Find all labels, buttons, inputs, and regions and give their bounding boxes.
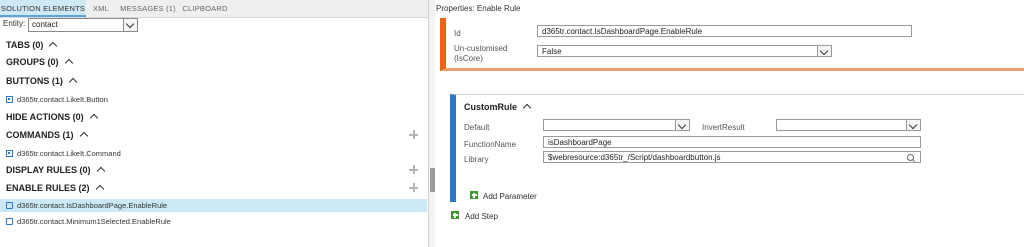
chevron-up-icon[interactable] [522,103,532,113]
chevron-up-icon[interactable] [96,166,105,176]
chevron-up-icon[interactable] [95,184,104,194]
list-item-enable-rule-selected[interactable]: d365tr.contact.IsDashboardPage.EnableRul… [6,199,167,212]
add-step-icon[interactable] [451,211,459,219]
id-field[interactable]: d365tr.contact.IsDashboardPage.EnableRul… [537,25,912,37]
default-select[interactable] [543,119,690,131]
list-item-enable-rule[interactable]: d365tr.contact.Minimum1Selected.EnableRu… [6,215,171,228]
tab-messages[interactable]: MESSAGES (1) [118,0,178,17]
entity-select[interactable]: contact [28,18,138,32]
add-step-link[interactable]: Add Step [465,212,498,221]
uncustomised-select[interactable]: False [537,45,832,57]
list-item-label: d365tr.contact.LikeIt.Command [17,149,121,158]
panel-splitter[interactable] [429,0,435,247]
properties-title: Properties: Enable Rule [436,4,521,13]
section-hide-actions[interactable]: HIDE ACTIONS (0) [6,110,98,124]
chevron-down-icon [125,19,135,29]
section-display-rules-label: DISPLAY RULES (0) [6,165,91,175]
section-hide-actions-label: HIDE ACTIONS (0) [6,112,84,122]
default-label: Default [464,123,490,132]
uncustomised-dropdown-button[interactable] [817,46,831,56]
button-icon [6,96,13,103]
section-enable-rules-label: ENABLE RULES (2) [6,183,90,193]
tab-xml[interactable]: XML [86,0,116,17]
chevron-up-icon[interactable] [64,58,73,68]
library-value: $webresource:d365tr_/Script/dashboardbut… [548,153,721,162]
search-icon[interactable] [907,154,914,161]
list-item-button[interactable]: d365tr.contact.LikeIt.Button [6,93,108,106]
lock-icon [6,218,13,225]
enable-rule-properties-box: Id d365tr.contact.IsDashboardPage.Enable… [440,18,1024,71]
list-item-label: d365tr.contact.IsDashboardPage.EnableRul… [17,201,168,210]
tab-solution-elements[interactable]: SOLUTION ELEMENTS [0,0,86,17]
list-item-label: d365tr.contact.Minimum1Selected.EnableRu… [17,217,171,226]
section-commands[interactable]: COMMANDS (1) [6,128,88,142]
add-parameter-icon[interactable] [470,191,478,199]
library-field[interactable]: $webresource:d365tr_/Script/dashboardbut… [543,151,921,163]
section-commands-label: COMMANDS (1) [6,130,74,140]
function-name-value: isDashboardPage [548,138,612,147]
list-item-command[interactable]: d365tr.contact.LikeIt.Command [6,147,121,160]
add-display-rule-icon[interactable] [409,165,418,174]
id-label: Id [454,29,461,38]
section-groups-label: GROUPS (0) [6,57,59,67]
function-name-field[interactable]: isDashboardPage [543,136,921,148]
section-buttons[interactable]: BUTTONS (1) [6,74,78,88]
invert-result-select[interactable] [776,119,921,131]
uncustomised-label: Un-customised [454,44,508,53]
chevron-down-icon [819,46,829,56]
chevron-up-icon[interactable] [49,41,58,51]
library-label: Library [464,155,489,164]
entity-value: contact [32,20,58,29]
left-tab-bar: SOLUTION ELEMENTS XML MESSAGES (1) CLIPB… [0,0,428,18]
add-parameter-link[interactable]: Add Parameter [483,192,537,201]
entity-dropdown-button[interactable] [123,19,137,31]
custom-rule-header[interactable]: CustomRule [464,102,532,113]
custom-rule-box: CustomRule Default InvertResult Function… [450,94,1024,202]
section-buttons-label: BUTTONS (1) [6,76,63,86]
id-value: d365tr.contact.IsDashboardPage.EnableRul… [542,27,703,36]
invert-result-dropdown-button[interactable] [906,120,920,130]
chevron-up-icon[interactable] [89,113,98,123]
uncustomised-value: False [542,47,562,56]
section-groups[interactable]: GROUPS (0) [6,55,73,69]
list-item-label: d365tr.contact.LikeIt.Button [17,95,108,104]
function-name-label: FunctionName [464,140,517,149]
tab-clipboard[interactable]: CLIPBOARD [180,0,230,17]
section-enable-rules[interactable]: ENABLE RULES (2) [6,181,104,195]
solution-elements-panel: SOLUTION ELEMENTS XML MESSAGES (1) CLIPB… [0,0,429,247]
splitter-grip[interactable] [430,168,435,192]
add-enable-rule-icon[interactable] [409,183,418,192]
command-icon [6,150,13,157]
iscore-label: (IsCore) [454,54,483,63]
chevron-up-icon[interactable] [68,77,78,87]
chevron-down-icon [908,120,918,130]
custom-rule-title: CustomRule [464,102,518,112]
lock-icon [6,202,13,209]
chevron-up-icon[interactable] [79,131,88,141]
chevron-down-icon [677,120,687,130]
section-tabs[interactable]: TABS (0) [6,38,58,52]
entity-label: Entity: [3,19,26,28]
section-tabs-label: TABS (0) [6,40,44,50]
invert-result-label: InvertResult [702,123,745,132]
section-display-rules[interactable]: DISPLAY RULES (0) [6,163,105,177]
default-dropdown-button[interactable] [675,120,689,130]
add-command-icon[interactable] [409,130,418,139]
